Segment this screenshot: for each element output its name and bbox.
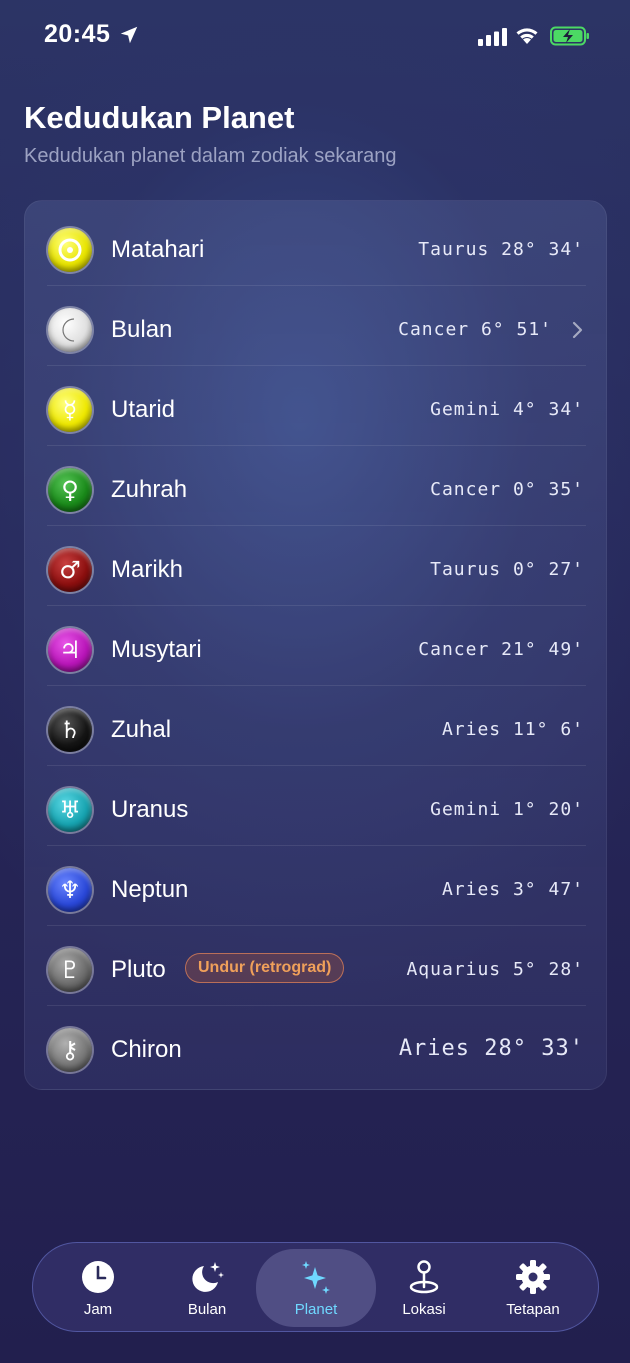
pluto-glyph: ♇ xyxy=(59,956,81,984)
planet-position: Taurus 0° 27' xyxy=(430,559,584,580)
uranus-icon: ♅ xyxy=(48,788,92,832)
tab-jam[interactable]: Jam xyxy=(43,1243,153,1333)
planet-name: Musytari xyxy=(111,636,202,663)
tab-bulan[interactable]: Bulan xyxy=(152,1243,262,1333)
planet-row-zuhal[interactable]: ♄ Zuhal Aries 11° 6' xyxy=(25,686,608,766)
tab-label: Lokasi xyxy=(402,1301,446,1318)
planet-row-marikh[interactable]: ♂ Marikh Taurus 0° 27' xyxy=(25,526,608,606)
tab-label: Tetapan xyxy=(506,1301,560,1318)
status-time: 20:45 xyxy=(44,20,111,48)
gear-icon xyxy=(516,1260,550,1294)
saturn-glyph: ♄ xyxy=(59,716,81,744)
map-pin-icon xyxy=(409,1260,439,1294)
planet-name: Matahari xyxy=(111,236,205,263)
planet-row-zuhrah[interactable]: ♀ Zuhrah Cancer 0° 35' xyxy=(25,446,608,526)
page-subtitle: Kedudukan planet dalam zodiak sekarang xyxy=(24,145,397,167)
mars-glyph: ♂ xyxy=(59,556,81,584)
retrograde-badge: Undur (retrograd) xyxy=(185,953,345,983)
planet-name: Zuhrah xyxy=(111,476,188,503)
planet-row-bulan[interactable]: Bulan Cancer 6° 51' xyxy=(25,286,608,366)
tab-label: Planet xyxy=(294,1301,338,1318)
planet-name: Zuhal xyxy=(111,716,172,743)
planet-row-neptun[interactable]: ♆ Neptun Aries 3° 47' xyxy=(25,846,608,926)
planet-list: Matahari Taurus 28° 34' Bulan Cancer 6° … xyxy=(24,200,607,1090)
cellular-signal-icon xyxy=(478,28,507,46)
neptune-icon: ♆ xyxy=(48,868,92,912)
venus-glyph: ♀ xyxy=(61,476,79,504)
moon-icon xyxy=(48,308,92,352)
planet-name: Bulan xyxy=(111,316,173,343)
mercury-icon: ☿ xyxy=(48,388,92,432)
jupiter-icon: ♃ xyxy=(48,628,92,672)
battery-charging-icon xyxy=(550,26,589,46)
moon-stars-icon xyxy=(192,1262,224,1292)
planet-position: Aquarius 5° 28' xyxy=(406,959,584,980)
planet-name: Neptun xyxy=(111,876,189,903)
planet-position: Aries 28° 33' xyxy=(398,1036,584,1061)
venus-icon: ♀ xyxy=(48,468,92,512)
chiron-glyph: ⚷ xyxy=(61,1036,79,1064)
uranus-glyph: ♅ xyxy=(59,796,81,824)
planet-name: Utarid xyxy=(111,396,176,423)
planet-position: Gemini 1° 20' xyxy=(430,799,584,820)
tab-label: Jam xyxy=(83,1301,113,1318)
neptune-glyph: ♆ xyxy=(59,876,81,904)
tab-lokasi[interactable]: Lokasi xyxy=(369,1243,479,1333)
page-title: Kedudukan Planet xyxy=(24,100,295,135)
planet-row-pluto[interactable]: ♇ Pluto Undur (retrograd) Aquarius 5° 28… xyxy=(25,926,608,1006)
planet-position: Cancer 0° 35' xyxy=(430,479,584,500)
wifi-icon xyxy=(516,28,538,44)
planet-row-musytari[interactable]: ♃ Musytari Cancer 21° 49' xyxy=(25,606,608,686)
planet-position: Aries 11° 6' xyxy=(441,719,584,740)
mercury-glyph: ☿ xyxy=(62,396,78,424)
planet-row-matahari[interactable]: Matahari Taurus 28° 34' xyxy=(25,206,608,286)
clock-icon xyxy=(82,1261,114,1293)
planet-name: Uranus xyxy=(111,796,189,823)
planet-position: Taurus 28° 34' xyxy=(418,239,584,260)
planet-name: Pluto xyxy=(111,956,166,983)
location-arrow-icon xyxy=(120,26,138,44)
planet-name: Marikh xyxy=(111,556,184,583)
planet-name: Chiron xyxy=(111,1036,182,1063)
tab-bar: Jam Bulan Planet Lokasi Tetapan xyxy=(32,1242,599,1332)
sparkles-icon xyxy=(302,1261,330,1294)
planet-row-utarid[interactable]: ☿ Utarid Gemini 4° 34' xyxy=(25,366,608,446)
status-bar: 20:45 xyxy=(0,0,630,72)
planet-position: Gemini 4° 34' xyxy=(430,399,584,420)
planet-row-chiron[interactable]: ⚷ Chiron Aries 28° 33' xyxy=(25,1006,608,1086)
mars-icon: ♂ xyxy=(48,548,92,592)
planet-position: Cancer 6° 51' xyxy=(398,319,552,340)
tab-tetapan[interactable]: Tetapan xyxy=(478,1243,588,1333)
tab-label: Bulan xyxy=(187,1301,227,1318)
jupiter-glyph: ♃ xyxy=(59,636,81,664)
pluto-icon: ♇ xyxy=(48,948,92,992)
chevron-right-icon[interactable] xyxy=(572,321,584,339)
planet-row-uranus[interactable]: ♅ Uranus Gemini 1° 20' xyxy=(25,766,608,846)
sun-icon xyxy=(48,228,92,272)
saturn-icon: ♄ xyxy=(48,708,92,752)
planet-position: Cancer 21° 49' xyxy=(418,639,584,660)
planet-position: Aries 3° 47' xyxy=(441,879,584,900)
tab-planet[interactable]: Planet xyxy=(256,1249,376,1327)
chiron-icon: ⚷ xyxy=(48,1028,92,1072)
